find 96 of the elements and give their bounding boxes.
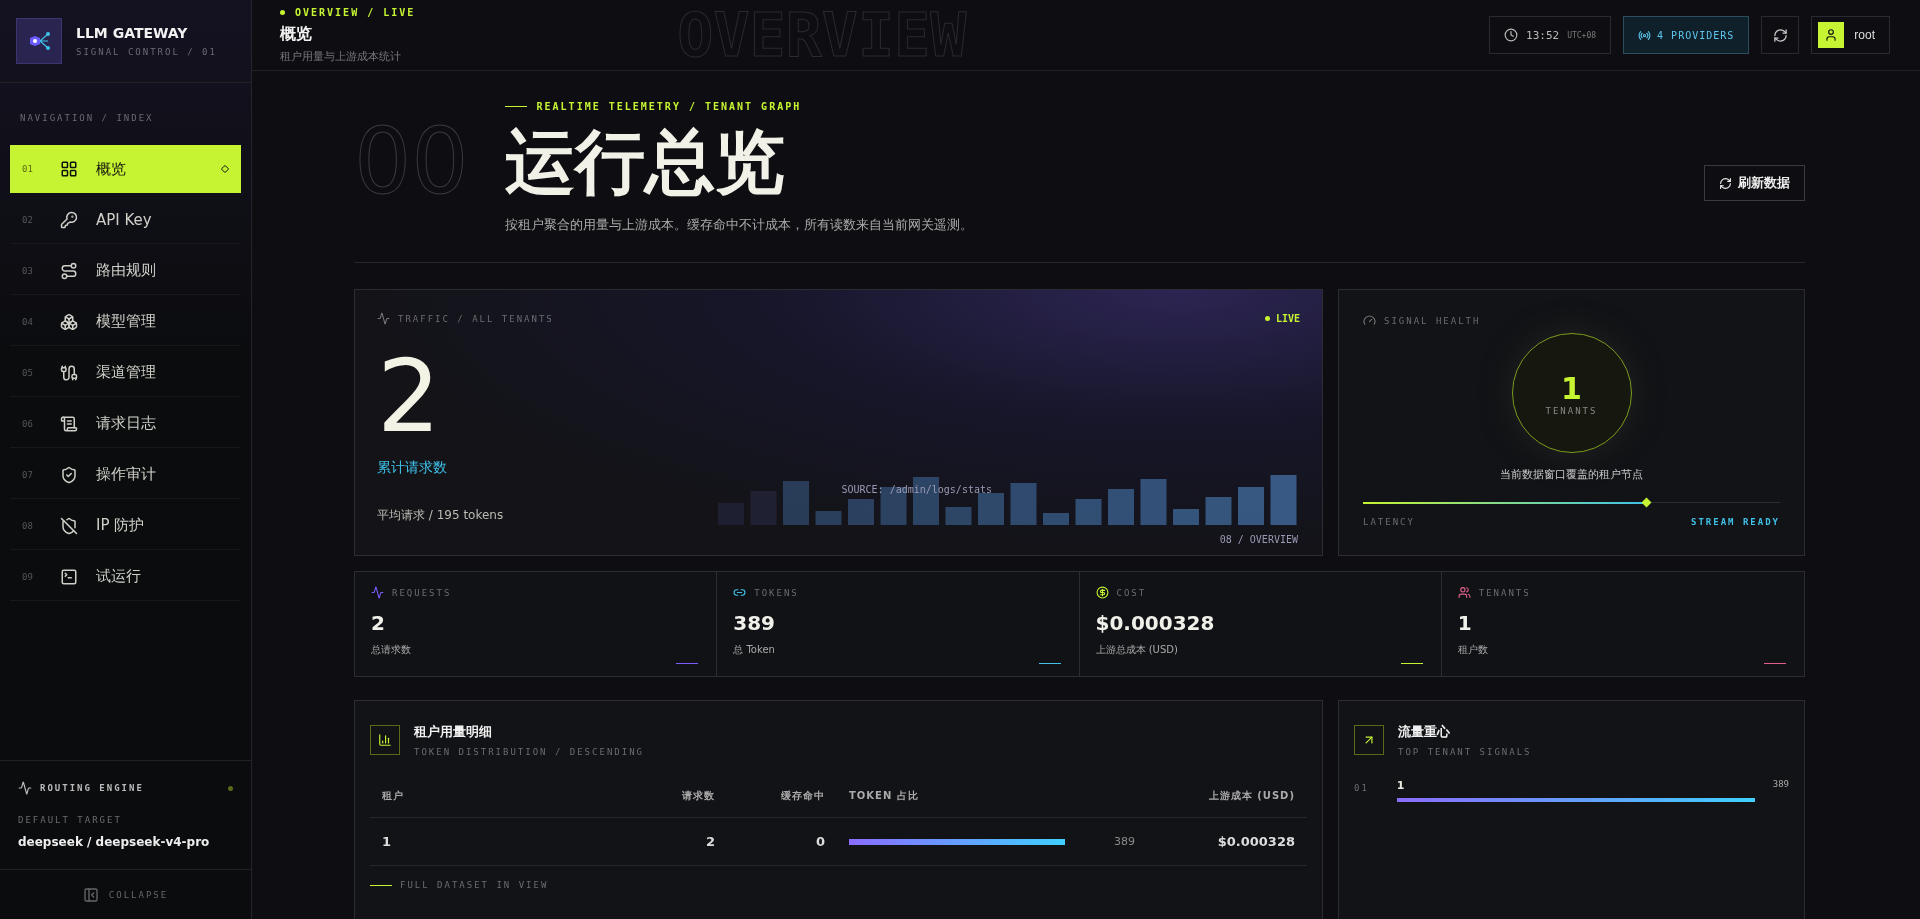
- hero-title: 运行总览: [504, 120, 786, 205]
- signal-value: 389: [1772, 779, 1789, 789]
- pulse-icon: [377, 312, 390, 325]
- clock-icon: [1504, 28, 1519, 42]
- nav-item[interactable]: 07 操作审计: [10, 451, 241, 499]
- clock: 13:52 UTC+08: [1489, 16, 1612, 54]
- panel-title: 流量重心: [1398, 723, 1451, 741]
- latency-label: LATENCY: [1363, 517, 1415, 527]
- request-count: 2: [377, 347, 442, 447]
- card-label: SIGNAL HEALTH: [1384, 315, 1481, 326]
- status-dot: [228, 785, 233, 791]
- stat-icon: [371, 586, 384, 599]
- nav-icon: [60, 363, 78, 382]
- nav-item[interactable]: 06 请求日志: [10, 400, 241, 448]
- nav-icon: [60, 160, 78, 178]
- collapse-button[interactable]: COLLAPSE: [0, 869, 251, 919]
- tenant-name: 1: [1396, 779, 1406, 792]
- nav-icon: [60, 312, 78, 331]
- gauge-icon: [1363, 314, 1376, 327]
- refresh-data-button[interactable]: 刷新数据: [1704, 165, 1805, 201]
- collapse-icon: [82, 886, 99, 903]
- request-caption: 累计请求数: [377, 459, 447, 477]
- nav-icon: [60, 465, 78, 484]
- stat-icon: [1095, 586, 1109, 599]
- footer-text: 08 / OVERVIEW: [1219, 534, 1298, 545]
- table-footer: FULL DATASET IN VIEW: [400, 880, 549, 890]
- stream-status: STREAM READY: [1690, 517, 1780, 527]
- stat-label: TOKENS: [754, 587, 799, 598]
- hero-eyebrow: REALTIME TELEMETRY / TENANT GRAPH: [504, 101, 973, 112]
- panel-subtitle: TOKEN DISTRIBUTION / DESCENDING: [414, 747, 644, 757]
- nav-item[interactable]: 02 API Key: [10, 196, 241, 244]
- nav-icon: [60, 210, 78, 229]
- column-header: 租户: [370, 775, 637, 818]
- column-header: 上游成本 (USD): [1077, 775, 1307, 818]
- page-title: 概览: [280, 23, 313, 45]
- table-cell: $0.000328: [1147, 818, 1307, 866]
- nav-item[interactable]: 09 试运行: [10, 553, 241, 601]
- column-header: 请求数: [637, 775, 727, 818]
- stat-value: $0.000328: [1095, 611, 1216, 635]
- stat-caption: 总 Token: [733, 643, 776, 657]
- table-cell: 1: [370, 818, 637, 866]
- nav-icon: [60, 567, 78, 586]
- panel-title: 租户用量明细: [414, 723, 493, 741]
- nav-item[interactable]: 01 概览: [10, 145, 241, 193]
- stat-caption: 租户数: [1457, 643, 1489, 657]
- table-cell: 2: [637, 818, 727, 866]
- column-header: 缓存命中: [727, 775, 837, 818]
- nav-item[interactable]: 03 路由规则: [10, 247, 241, 295]
- panel-subtitle: TOP TENANT SIGNALS: [1398, 747, 1532, 757]
- stat-caption: 上游总成本 (USD): [1095, 643, 1179, 657]
- bar-chart-icon: [370, 725, 400, 755]
- brand-title: LLM GATEWAY: [76, 25, 189, 41]
- stat-value: 1: [1457, 611, 1473, 635]
- nav-item[interactable]: 08 IP 防护: [10, 502, 241, 550]
- live-badge: LIVE: [1264, 313, 1300, 324]
- slider-thumb: [1641, 497, 1651, 508]
- average-text: 平均请求 / 195 tokens: [377, 507, 504, 524]
- stat-value: 389: [733, 611, 776, 635]
- page-subtitle: 租户用量与上游成本统计: [280, 48, 402, 64]
- nav-item[interactable]: 05 渠道管理: [10, 349, 241, 397]
- refresh-icon: [1719, 176, 1732, 190]
- nav-icon: [60, 261, 78, 280]
- routing-target: deepseek / deepseek-v4-pro: [18, 835, 211, 849]
- stat-label: REQUESTS: [392, 587, 452, 598]
- table-cell: 389: [1077, 818, 1147, 866]
- nav-heading: NAVIGATION / INDEX: [20, 113, 155, 123]
- stat-caption: 总请求数: [371, 643, 412, 657]
- providers-button[interactable]: 4 PROVIDERS: [1623, 16, 1750, 54]
- stat-icon: [733, 586, 747, 599]
- hero-description: 按租户聚合的用量与上游成本。缓存命中不计成本，所有读数来自当前网关遥测。: [504, 216, 973, 234]
- logo-icon: [16, 18, 62, 64]
- user-button[interactable]: root: [1811, 16, 1890, 54]
- avatar-icon: [1818, 22, 1845, 48]
- routing-title: ROUTING ENGINE: [40, 783, 144, 793]
- stat-label: TENANTS: [1478, 587, 1531, 598]
- breadcrumb: OVERVIEW / LIVE: [280, 6, 416, 18]
- nav-icon: [60, 516, 78, 535]
- refresh-button[interactable]: [1761, 16, 1800, 54]
- rank-number: 01: [1354, 783, 1369, 793]
- source-text: SOURCE: /admin/logs/stats: [841, 484, 992, 495]
- pulse-icon: [18, 781, 32, 795]
- routing-label: DEFAULT TARGET: [18, 815, 123, 825]
- card-label: TRAFFIC / ALL TENANTS: [398, 313, 554, 324]
- health-caption: 当前数据窗口覆盖的租户节点: [1500, 467, 1643, 482]
- broadcast-icon: [1638, 28, 1652, 42]
- nav-icon: [60, 414, 78, 433]
- nav-item[interactable]: 04 模型管理: [10, 298, 241, 346]
- stat-value: 2: [371, 611, 386, 635]
- stat-label: COST: [1116, 587, 1147, 598]
- refresh-icon: [1772, 27, 1788, 43]
- diamond-icon: [221, 165, 229, 173]
- brand-subtitle: SIGNAL CONTROL / 01: [76, 47, 217, 57]
- table-cell: 0: [727, 818, 837, 866]
- column-header: TOKEN 占比: [837, 775, 1077, 818]
- stat-icon: [1457, 586, 1471, 599]
- tenant-ring: 1 TENANTS: [1511, 333, 1632, 453]
